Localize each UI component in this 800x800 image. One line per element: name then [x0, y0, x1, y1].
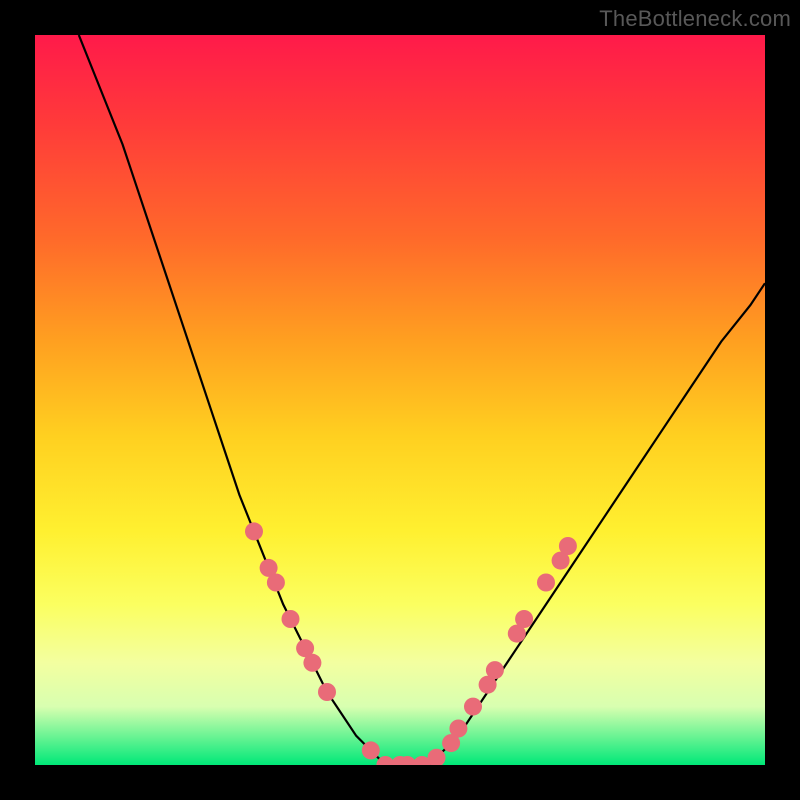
plot-area: [35, 35, 765, 765]
bottleneck-curve: [79, 35, 765, 765]
curve-svg: [35, 35, 765, 765]
marker-point: [303, 654, 321, 672]
marker-point: [464, 698, 482, 716]
marker-point: [245, 522, 263, 540]
marker-point: [515, 610, 533, 628]
watermark-text: TheBottleneck.com: [599, 6, 791, 32]
marker-point: [449, 720, 467, 738]
marker-point: [267, 574, 285, 592]
marker-point: [537, 574, 555, 592]
markers: [245, 522, 577, 765]
chart-container: TheBottleneck.com: [0, 0, 800, 800]
marker-point: [318, 683, 336, 701]
marker-point: [486, 661, 504, 679]
marker-point: [282, 610, 300, 628]
marker-point: [559, 537, 577, 555]
marker-point: [362, 741, 380, 759]
